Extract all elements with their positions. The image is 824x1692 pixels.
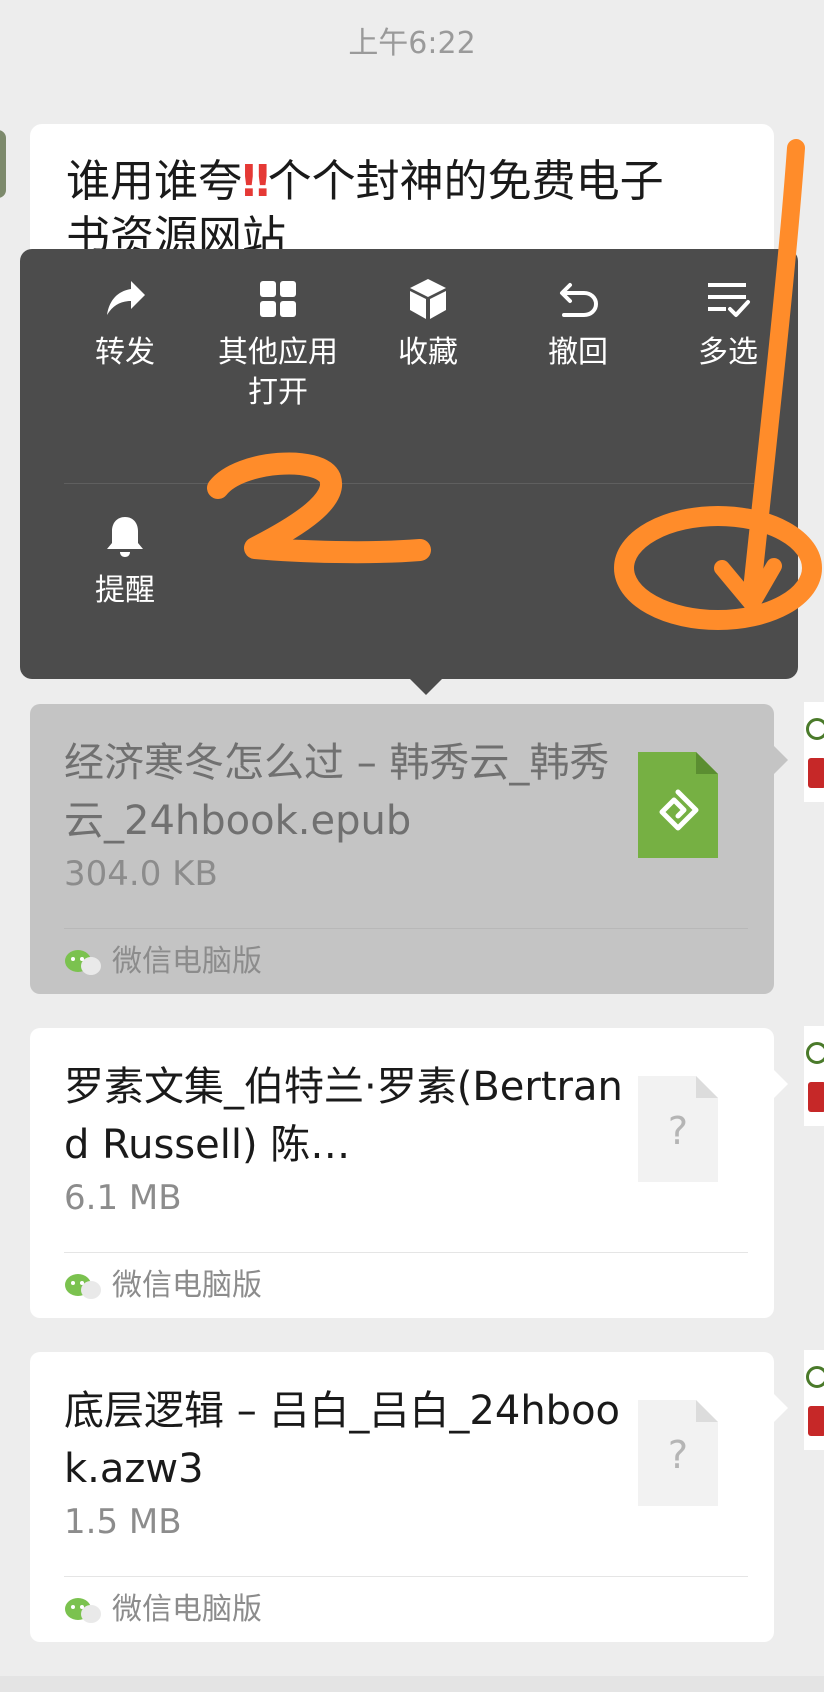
recall-undo-icon [560,283,599,317]
wechat-icon [65,949,101,975]
avatar-ring [806,1366,824,1388]
menu-item-label: 转发 [95,335,155,370]
file-size: 304.0 KB [64,854,218,894]
file-source: 微信电脑版 [64,940,262,984]
apps-grid-icon [260,281,296,317]
wechat-icon [65,1273,101,1299]
file-size: 6.1 MB [64,1178,182,1218]
favorite-cube-icon [410,279,446,319]
file-message-card[interactable]: 经济寒冬怎么过 – 韩秀云_韩秀云_24hbook.epub 304.0 KB … [30,704,788,994]
menu-item-label: 撤回 [548,335,608,370]
menu-pointer [410,679,442,695]
unknown-file-icon: ? [638,1076,718,1182]
menu-divider [64,483,754,484]
sender-avatar[interactable] [804,1350,824,1450]
file-name: 底层逻辑 – 吕白_吕白_24hbook.azw3 [64,1388,621,1492]
menu-item-multi-select[interactable]: 多选 [653,275,803,373]
bubble-tail [774,1070,788,1098]
card-divider [64,928,748,929]
menu-item-recall[interactable]: 撤回 [503,275,653,373]
menu-item-label: 多选 [698,335,758,370]
avatar-red-mark [808,1406,824,1436]
bubble-tail [774,746,788,774]
text-message: 谁用谁夸‼个个封神的免费电子 书资源网站 [66,156,664,263]
chat-timestamp: 上午6:22 [348,26,476,61]
svg-text:?: ? [668,1109,688,1153]
double-exclamation-emoji: ‼ [242,156,270,207]
menu-item-forward[interactable]: 转发 [50,275,200,373]
contact-avatar[interactable] [0,130,6,198]
avatar-red-mark [808,758,824,788]
card-divider [64,1576,748,1577]
menu-item-open-with-other-app[interactable]: 其他应用打开 [203,275,353,413]
epub-file-icon [638,752,718,858]
file-source: 微信电脑版 [64,1264,262,1308]
multi-select-icon [708,283,750,317]
menu-item-favorite[interactable]: 收藏 [353,275,503,373]
sender-avatar[interactable] [804,1026,824,1126]
bottom-bar [0,1676,824,1692]
avatar-ring [806,718,824,740]
file-message-card[interactable]: 底层逻辑 – 吕白_吕白_24hbook.azw3 1.5 MB ? 微信电脑版 [30,1352,788,1642]
avatar-red-mark [808,1082,824,1112]
bell-icon [107,517,143,557]
file-size: 1.5 MB [64,1502,182,1542]
avatar-ring [806,1042,824,1064]
file-name: 罗素文集_伯特兰·罗素(Bertrand Russell) 陈… [64,1064,623,1168]
card-divider [64,1252,748,1253]
unknown-file-icon: ? [638,1400,718,1506]
menu-item-remind[interactable]: 提醒 [50,513,200,611]
menu-item-label: 收藏 [398,335,458,370]
wechat-icon [65,1597,101,1623]
bubble-tail [774,1394,788,1422]
menu-item-label: 提醒 [95,573,155,608]
file-name: 经济寒冬怎么过 – 韩秀云_韩秀云_24hbook.epub [64,740,610,844]
forward-icon [107,281,145,315]
message-context-menu: 转发 其他应用打开 收藏 撤回 多选 提醒 [20,249,798,695]
svg-text:?: ? [668,1433,688,1477]
file-message-card[interactable]: 罗素文集_伯特兰·罗素(Bertrand Russell) 陈… 6.1 MB … [30,1028,788,1318]
text-message-bubble[interactable]: 谁用谁夸‼个个封神的免费电子 书资源网站 [30,124,774,264]
menu-item-label: 其他应用打开 [218,335,338,410]
sender-avatar[interactable] [804,702,824,802]
file-source: 微信电脑版 [64,1588,262,1632]
